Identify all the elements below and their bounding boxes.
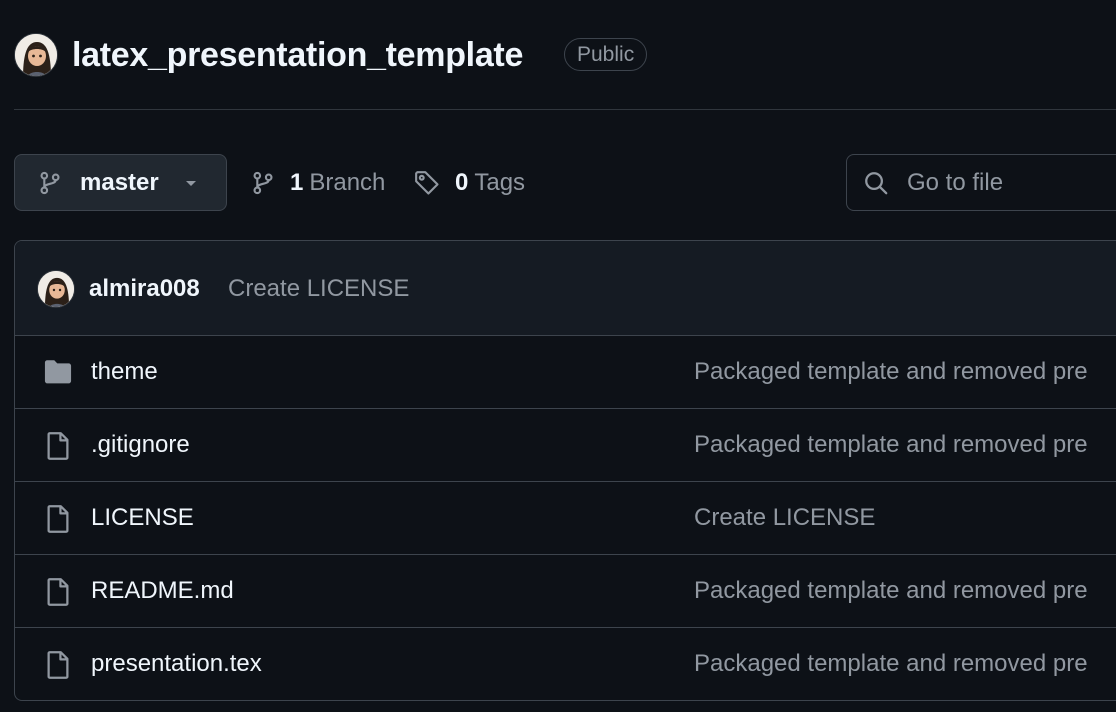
file-row[interactable]: .gitignore Packaged template and removed… xyxy=(15,409,1116,482)
file-icon xyxy=(43,504,73,539)
file-list: almira008 Create LICENSE theme Packaged … xyxy=(14,240,1116,701)
file-icon xyxy=(43,650,73,685)
tags-link[interactable]: 0 Tags xyxy=(413,154,525,211)
file-row[interactable]: README.md Packaged template and removed … xyxy=(15,555,1116,628)
branches-link[interactable]: 1 Branch xyxy=(250,154,385,211)
commit-author[interactable]: almira008 xyxy=(89,241,200,336)
file-commit-message[interactable]: Packaged template and removed pre xyxy=(694,409,1088,481)
file-icon xyxy=(43,431,73,466)
tag-count: 0 xyxy=(455,168,469,196)
branch-name: master xyxy=(80,169,159,196)
header-divider xyxy=(14,109,1116,110)
file-row[interactable]: LICENSE Create LICENSE xyxy=(15,482,1116,555)
file-name[interactable]: presentation.tex xyxy=(91,628,262,700)
file-row[interactable]: theme Packaged template and removed pre xyxy=(15,336,1116,409)
folder-icon xyxy=(43,358,73,391)
chevron-down-icon xyxy=(183,175,199,196)
search-icon xyxy=(863,170,889,201)
file-commit-message[interactable]: Create LICENSE xyxy=(694,482,875,554)
branch-count: 1 xyxy=(290,168,304,196)
file-commit-message[interactable]: Packaged template and removed pre xyxy=(694,628,1088,700)
commit-message[interactable]: Create LICENSE xyxy=(228,241,409,336)
file-icon xyxy=(43,577,73,612)
file-name[interactable]: .gitignore xyxy=(91,409,190,481)
file-name[interactable]: theme xyxy=(91,336,158,408)
file-name[interactable]: README.md xyxy=(91,555,234,627)
git-branch-icon xyxy=(250,170,276,196)
latest-commit-row: almira008 Create LICENSE xyxy=(15,241,1116,336)
file-row[interactable]: presentation.tex Packaged template and r… xyxy=(15,628,1116,700)
author-avatar[interactable] xyxy=(37,270,75,308)
tag-label: Tags xyxy=(474,168,526,196)
repo-header: latex_presentation_template Public xyxy=(0,0,1116,110)
repo-name[interactable]: latex_presentation_template xyxy=(72,33,523,77)
branch-label: Branch xyxy=(309,168,386,196)
owner-avatar[interactable] xyxy=(14,33,58,77)
git-branch-icon xyxy=(37,170,63,201)
file-commit-message[interactable]: Packaged template and removed pre xyxy=(694,336,1088,408)
go-to-file-search[interactable] xyxy=(846,154,1116,211)
branch-select-button[interactable]: master xyxy=(14,154,227,211)
go-to-file-input[interactable] xyxy=(905,155,1116,210)
file-name[interactable]: LICENSE xyxy=(91,482,194,554)
visibility-badge: Public xyxy=(564,38,648,71)
tag-icon xyxy=(413,169,441,197)
file-commit-message[interactable]: Packaged template and removed pre xyxy=(694,555,1088,627)
